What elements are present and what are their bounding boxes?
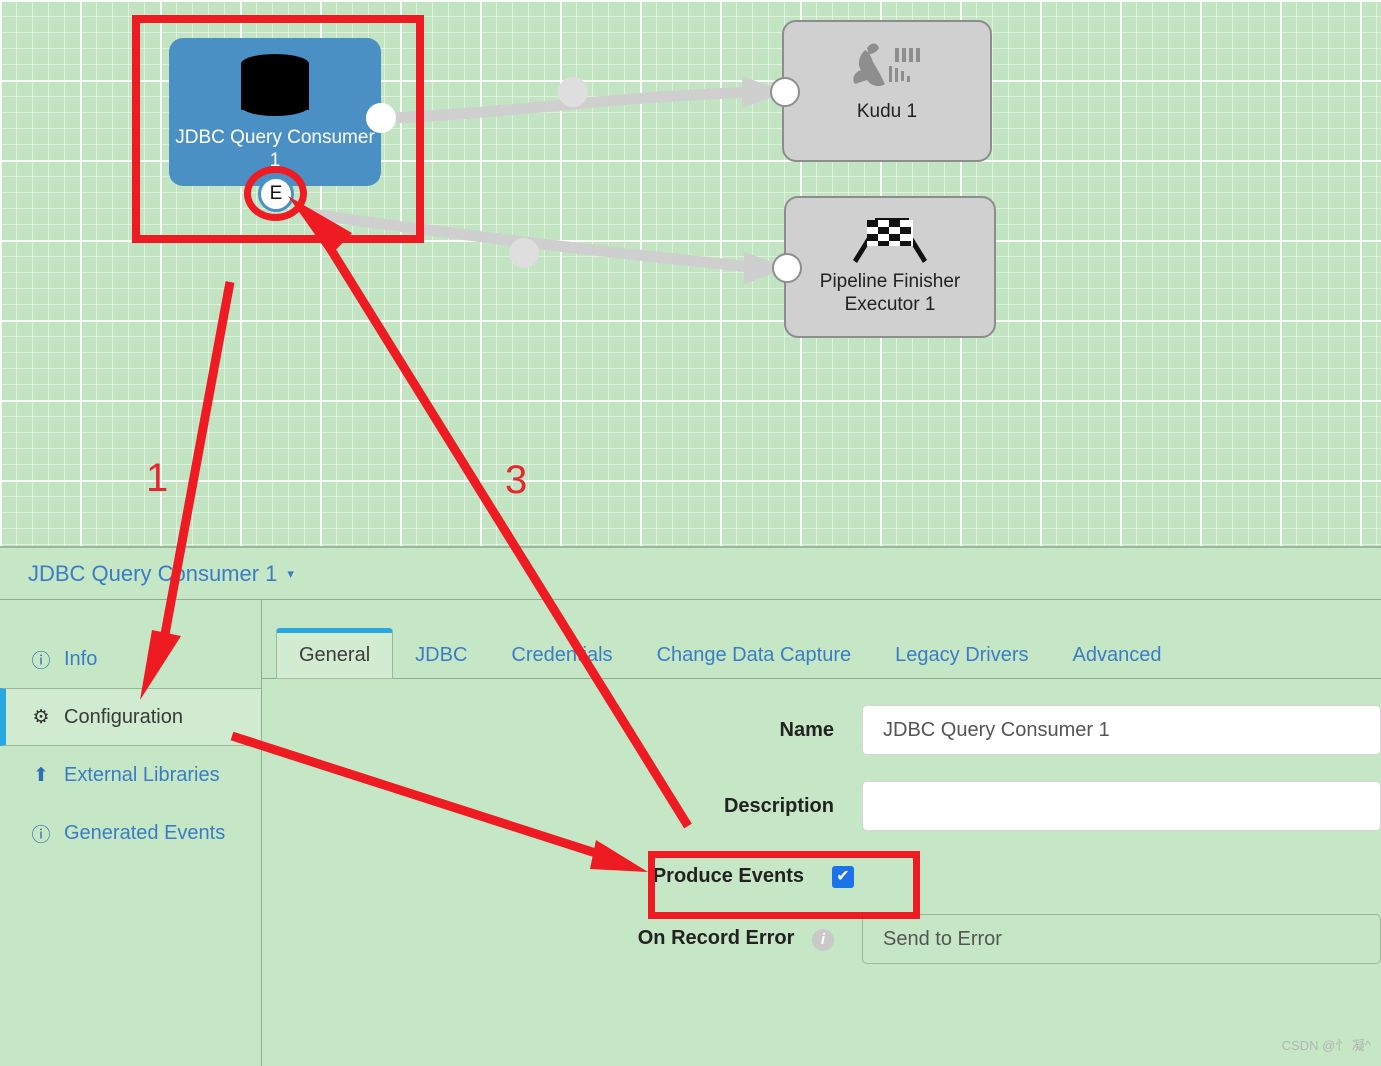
tab-advanced[interactable]: Advanced: [1051, 633, 1184, 678]
pipeline-canvas[interactable]: JDBC Query Consumer 1 E Kudu 1 Pipeline …: [0, 0, 1381, 548]
info-icon[interactable]: i: [812, 928, 834, 951]
sidebar-item-info[interactable]: ⓘ Info: [0, 630, 261, 688]
description-input[interactable]: [862, 781, 1381, 831]
kudu-logo-icon: [853, 43, 920, 87]
name-input[interactable]: JDBC Query Consumer 1: [862, 705, 1381, 755]
tab-jdbc[interactable]: JDBC: [393, 633, 489, 678]
info-icon: ⓘ: [31, 650, 51, 672]
panel-sidebar: ⓘ Info ⚙ Configuration ⬆ External Librar…: [0, 600, 262, 1066]
sidebar-item-generated-events[interactable]: ⓘ Generated Events: [0, 804, 261, 862]
panel-content: General JDBC Credentials Change Data Cap…: [262, 600, 1381, 1066]
panel-header: JDBC Query Consumer 1 ▾: [0, 548, 1381, 600]
info-icon: ⓘ: [31, 824, 51, 846]
tab-credentials[interactable]: Credentials: [489, 633, 634, 678]
gear-icon: ⚙: [32, 706, 50, 728]
sidebar-item-label-info: Info: [64, 647, 98, 670]
sidebar-item-label-external-libraries: External Libraries: [64, 763, 220, 786]
sidebar-item-external-libraries[interactable]: ⬆ External Libraries: [0, 746, 261, 804]
panel-body: ⓘ Info ⚙ Configuration ⬆ External Librar…: [0, 600, 1381, 1066]
field-row-on-record-error: On Record Error i Send to Error: [262, 914, 1381, 964]
upload-icon: ⬆: [33, 764, 49, 786]
chevron-down-icon[interactable]: ▾: [287, 566, 294, 582]
annotation-box-produce-events: [648, 851, 920, 919]
sidebar-item-label-generated-events: Generated Events: [64, 821, 226, 844]
connector-badge-finisher: [509, 238, 539, 268]
panel-title[interactable]: JDBC Query Consumer 1: [28, 561, 277, 587]
annotation-number-1: 1: [146, 456, 169, 500]
tab-legacy-drivers[interactable]: Legacy Drivers: [873, 633, 1050, 678]
field-row-description: Description: [262, 781, 1381, 831]
node-label-kudu: Kudu 1: [856, 101, 918, 122]
sidebar-item-configuration[interactable]: ⚙ Configuration: [0, 688, 261, 746]
sidebar-item-label-configuration: Configuration: [64, 705, 183, 728]
tab-general[interactable]: General: [276, 628, 394, 679]
on-record-error-select[interactable]: Send to Error: [862, 914, 1381, 964]
annotation-ring-event-badge: [244, 166, 307, 221]
pipeline-node-pipeline-finisher[interactable]: Pipeline Finisher Executor 1: [784, 196, 996, 338]
label-on-record-error-text: On Record Error: [637, 927, 795, 950]
node-label-finisher: Pipeline Finisher Executor 1: [819, 271, 961, 315]
label-on-record-error: On Record Error i: [262, 927, 862, 951]
input-port-finisher[interactable]: [772, 253, 802, 283]
connector-badge-kudu: [558, 77, 588, 107]
annotation-number-3: 3: [505, 458, 528, 502]
tab-change-data-capture[interactable]: Change Data Capture: [635, 633, 874, 678]
field-row-name: Name JDBC Query Consumer 1: [262, 705, 1381, 755]
label-name: Name: [779, 718, 834, 741]
properties-panel: JDBC Query Consumer 1 ▾ ⓘ Info ⚙ Configu…: [0, 548, 1381, 1066]
label-description: Description: [723, 794, 834, 817]
checkered-flags-icon: [853, 218, 927, 263]
pipeline-node-kudu[interactable]: Kudu 1: [782, 20, 992, 162]
tab-bar: General JDBC Credentials Change Data Cap…: [262, 624, 1381, 679]
watermark: CSDN @忄 凝^: [1281, 1038, 1371, 1053]
input-port-kudu[interactable]: [770, 77, 800, 107]
